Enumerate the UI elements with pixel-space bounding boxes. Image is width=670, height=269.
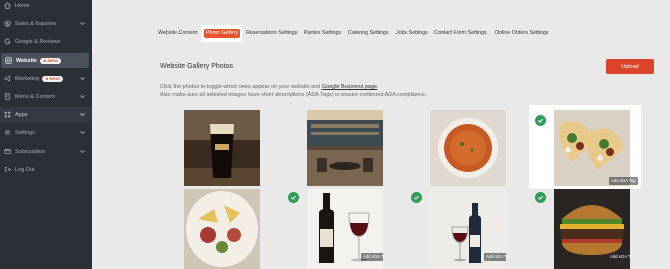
logout-icon xyxy=(4,166,11,173)
home-icon xyxy=(4,2,11,9)
gallery-photo-charcuterie[interactable] xyxy=(184,189,260,269)
selected-check-icon xyxy=(288,192,299,203)
tab-contact-form-settings[interactable]: Contact Form Settings xyxy=(434,30,487,39)
selected-check-icon xyxy=(535,115,546,126)
new-badge: ★ NEW! xyxy=(40,57,62,64)
sidebar-item-label: Settings xyxy=(15,129,35,136)
charcuterie-photo xyxy=(184,189,260,269)
new-badge: ★ NEW! xyxy=(42,75,64,82)
gallery-photo-interior[interactable] xyxy=(307,110,383,186)
chevron-down-icon xyxy=(80,77,85,81)
sidebar-item-logout[interactable]: Log Out xyxy=(0,162,92,177)
add-ada-tag-button[interactable]: Add ADA Tag xyxy=(361,253,383,261)
upload-button[interactable]: Upload xyxy=(606,59,654,74)
book-icon xyxy=(4,93,11,100)
add-ada-tag-button[interactable]: Add ADA Tag xyxy=(608,253,630,261)
google-icon xyxy=(4,38,11,45)
add-ada-tag-button[interactable]: Add ADA Tag xyxy=(609,177,638,185)
sidebar-item-label: Home xyxy=(15,2,30,9)
tab-catering-settings[interactable]: Catering Settings xyxy=(348,30,389,39)
globe-icon xyxy=(5,57,12,64)
beer-photo xyxy=(184,110,260,186)
chevron-down-icon xyxy=(80,95,85,99)
sidebar-item-menu-content[interactable]: Menu & Content xyxy=(0,89,92,104)
tab-website-content[interactable]: Website Content xyxy=(158,30,197,39)
sidebar: Home Sales & Inquiries Google & Reviews … xyxy=(0,0,92,269)
selected-check-icon xyxy=(411,192,422,203)
gear-icon xyxy=(4,129,11,136)
google-business-link[interactable]: Google Business page xyxy=(322,84,377,90)
gallery-photo-red-wine[interactable]: Add ADA Tag xyxy=(307,189,383,269)
card-icon xyxy=(4,148,11,155)
tab-photo-gallery[interactable]: Photo Gallery xyxy=(201,25,242,42)
sidebar-item-label: Google & Reviews xyxy=(15,38,61,45)
gallery-photo-burger[interactable]: Add ADA Tag xyxy=(554,189,630,269)
soup-photo xyxy=(430,110,506,186)
page-title: Website Gallery Photos xyxy=(160,63,234,70)
selected-check-icon xyxy=(535,192,546,203)
sidebar-item-label: Sales & Inquiries xyxy=(15,20,57,27)
dollar-icon xyxy=(4,20,11,27)
ada-note: Also make sure all selected images have … xyxy=(160,92,427,98)
sidebar-item-label: Marketing xyxy=(15,75,40,82)
tab-photo-gallery-label: Photo Gallery xyxy=(204,29,241,38)
tab-jobs-settings[interactable]: Jobs Settings xyxy=(396,30,428,39)
sidebar-item-label: Subscription xyxy=(15,148,46,155)
gallery-photo-beer[interactable] xyxy=(184,110,260,186)
sidebar-item-google[interactable]: Google & Reviews xyxy=(0,34,92,49)
gallery-photo-wine-bottle[interactable]: Add ADA Tag xyxy=(430,189,506,269)
tab-online-orders-settings[interactable]: Online Orders Settings xyxy=(495,30,549,39)
sidebar-item-subscription[interactable]: Subscription xyxy=(0,144,92,159)
apps-icon xyxy=(4,111,11,118)
sidebar-item-label: Log Out xyxy=(15,166,35,173)
megaphone-icon xyxy=(4,75,11,82)
sidebar-item-website[interactable]: Website ★ NEW! xyxy=(1,53,89,68)
chevron-down-icon xyxy=(80,113,85,117)
tab-reservations-settings[interactable]: Reservations Settings xyxy=(246,30,298,39)
chevron-down-icon xyxy=(80,150,85,154)
gallery-description: Click the photos to toggle which ones ap… xyxy=(160,84,379,90)
sidebar-item-label: Apps xyxy=(15,111,28,118)
sidebar-item-label: Website xyxy=(16,57,37,64)
sidebar-item-settings[interactable]: Settings xyxy=(0,125,92,140)
sidebar-item-sales[interactable]: Sales & Inquiries xyxy=(0,16,92,31)
chevron-down-icon xyxy=(80,22,85,26)
gallery-photo-tacos-frame[interactable]: Add ADA Tag xyxy=(529,105,641,189)
tacos-photo xyxy=(554,110,630,186)
sidebar-item-home[interactable]: Home xyxy=(0,0,92,13)
add-ada-tag-button[interactable]: Add ADA Tag xyxy=(484,253,506,261)
gallery-photo-soup[interactable] xyxy=(430,110,506,186)
tab-parties-settings[interactable]: Parties Settings xyxy=(304,30,341,39)
sidebar-item-apps[interactable]: Apps xyxy=(0,107,92,122)
chevron-down-icon xyxy=(80,131,85,135)
interior-photo xyxy=(307,110,383,186)
sidebar-item-label: Menu & Content xyxy=(15,93,55,100)
sidebar-item-marketing[interactable]: Marketing ★ NEW! xyxy=(0,71,92,86)
